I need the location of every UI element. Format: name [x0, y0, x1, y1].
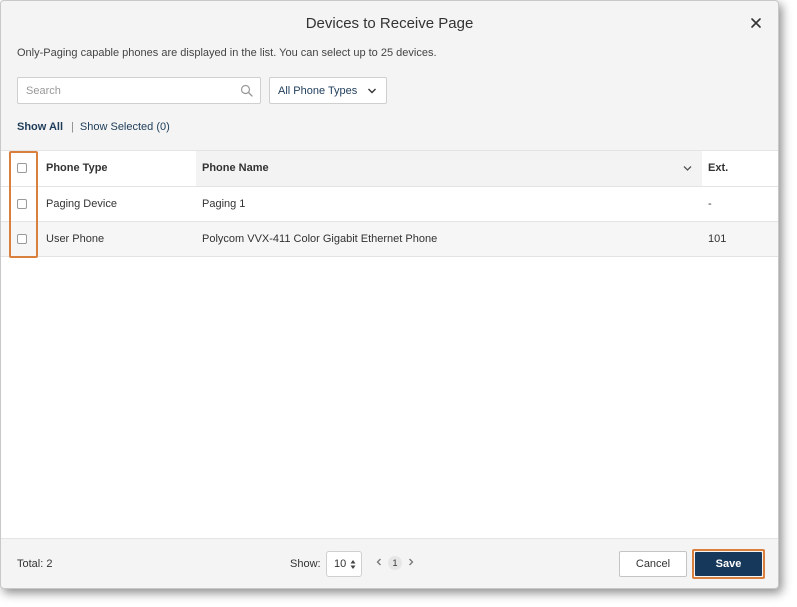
pagination-page-1[interactable]: 1 [388, 556, 402, 570]
sort-chevron-icon[interactable] [683, 165, 692, 172]
cell-phone-type: Paging Device [38, 186, 196, 222]
table-row[interactable]: Paging Device Paging 1 - [1, 186, 778, 222]
dialog-footer: Total: 2 Show: 10 1 Cancel Save [1, 540, 778, 588]
devices-dialog: Devices to Receive Page Only-Paging capa… [0, 0, 779, 589]
chevron-right-icon[interactable] [407, 556, 415, 568]
show-all-link[interactable]: Show All [17, 121, 63, 133]
search-box [17, 77, 261, 104]
column-header-phone-name-label: Phone Name [202, 162, 269, 175]
cell-ext: 101 [702, 221, 778, 257]
search-input[interactable] [18, 78, 228, 103]
cell-ext: - [702, 186, 778, 222]
filter-separator: | [71, 121, 74, 133]
chevron-down-icon [368, 88, 376, 94]
row-checkbox[interactable] [17, 233, 27, 244]
save-button[interactable]: Save [695, 552, 762, 576]
cell-phone-name: Polycom VVX-411 Color Gigabit Ethernet P… [196, 221, 702, 257]
row-checkbox-cell [1, 221, 38, 257]
column-header-phone-type[interactable]: Phone Type [38, 151, 196, 187]
cancel-button[interactable]: Cancel [619, 551, 687, 577]
column-header-phone-name[interactable]: Phone Name [196, 151, 702, 187]
cell-phone-type: User Phone [38, 221, 196, 257]
page-size-stepper[interactable]: 10 [326, 551, 362, 577]
dialog-title: Devices to Receive Page [305, 15, 474, 32]
device-table-area: Phone Type Phone Name Ext. Paging Device… [1, 150, 778, 539]
page-size-value: 10 [334, 558, 347, 570]
dialog-subtitle: Only-Paging capable phones are displayed… [17, 47, 437, 59]
row-checkbox-cell [1, 186, 38, 222]
stepper-arrows-icon[interactable] [350, 559, 356, 570]
column-header-ext[interactable]: Ext. [702, 151, 778, 187]
select-all-checkbox[interactable] [17, 163, 27, 174]
phone-type-select-value: All Phone Types [278, 85, 358, 97]
device-table: Phone Type Phone Name Ext. Paging Device… [1, 151, 778, 257]
cell-phone-name: Paging 1 [196, 186, 702, 222]
show-selected-link[interactable]: Show Selected (0) [80, 121, 170, 133]
phone-type-select[interactable]: All Phone Types [269, 77, 387, 104]
total-count: Total: 2 [17, 558, 53, 570]
table-row[interactable]: User Phone Polycom VVX-411 Color Gigabit… [1, 221, 778, 257]
close-icon[interactable] [748, 15, 764, 31]
search-icon[interactable] [240, 84, 253, 97]
row-checkbox[interactable] [17, 198, 27, 209]
show-label: Show: [290, 558, 321, 570]
chevron-left-icon[interactable] [375, 556, 383, 568]
save-button-highlight: Save [692, 549, 765, 579]
table-header-row: Phone Type Phone Name Ext. [1, 151, 778, 187]
select-all-cell [1, 151, 38, 187]
filter-links: Show All | Show Selected (0) [17, 121, 170, 133]
